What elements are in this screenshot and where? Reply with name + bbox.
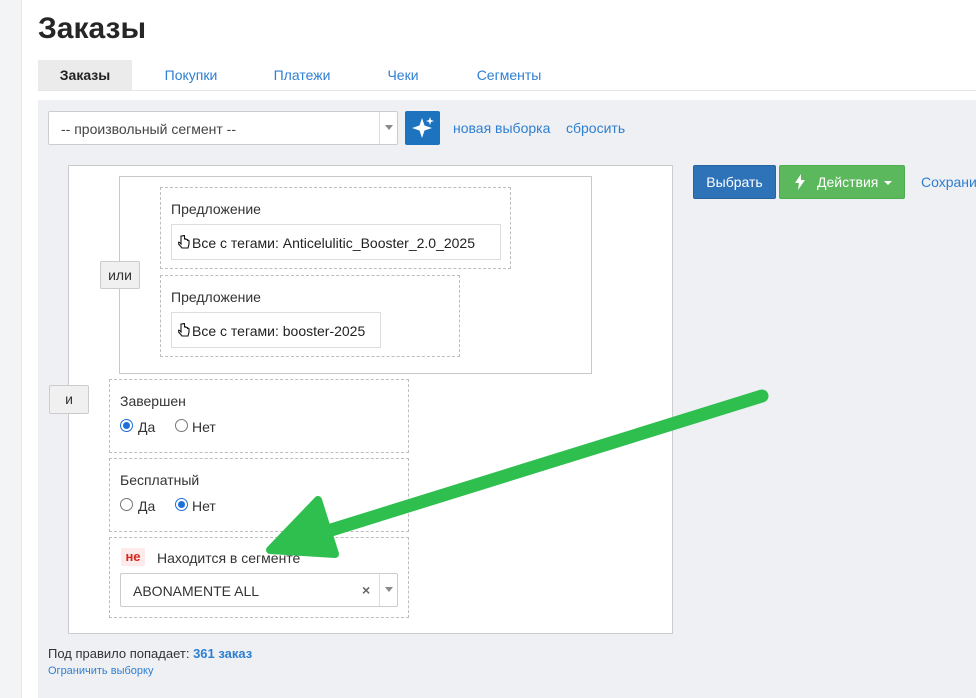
tab-receipts[interactable]: Чеки: [374, 60, 432, 90]
magic-segment-button[interactable]: [405, 111, 440, 145]
completed-condition: Завершен Да Нет: [109, 379, 409, 453]
completed-no-radio[interactable]: [175, 419, 188, 432]
clear-icon[interactable]: ×: [362, 582, 370, 598]
pointing-hand-icon: [178, 235, 190, 249]
completed-label: Завершен: [120, 393, 186, 409]
tab-orders[interactable]: Заказы: [38, 60, 132, 90]
free-yes-radio[interactable]: [120, 498, 133, 511]
segment-value: ABONAMENTE ALL: [133, 583, 260, 599]
offer-1-label: Предложение: [171, 201, 261, 217]
segment-value-select[interactable]: ABONAMENTE ALL ×: [120, 573, 398, 607]
limit-selection-link[interactable]: Ограничить выборку: [48, 665, 153, 677]
caret-down-icon: [884, 181, 892, 185]
left-sidebar-strip: [0, 0, 22, 698]
chevron-down-icon: [385, 125, 393, 130]
page-title: Заказы: [38, 12, 147, 45]
segment-condition-label: Находится в сегменте: [157, 550, 301, 566]
offer-1-value: Все с тегами: Anticelulitic_Booster_2.0_…: [192, 235, 475, 251]
segment-select-value: -- произвольный сегмент --: [61, 121, 236, 137]
tab-payments[interactable]: Платежи: [260, 60, 344, 90]
free-label: Бесплатный: [120, 472, 200, 488]
offer-2-value: Все с тегами: booster-2025: [192, 323, 366, 339]
completed-yes-radio[interactable]: [120, 419, 133, 432]
free-no-label: Нет: [192, 498, 216, 514]
segment-select[interactable]: -- произвольный сегмент --: [48, 111, 398, 145]
match-prefix: Под правило попадает:: [48, 646, 190, 661]
free-no-radio[interactable]: [175, 498, 188, 511]
pointing-hand-icon: [178, 323, 190, 337]
choose-button[interactable]: Выбрать: [693, 165, 776, 199]
completed-no-label: Нет: [192, 419, 216, 435]
free-yes-label: Да: [138, 498, 156, 514]
reset-link[interactable]: сбросить: [566, 120, 625, 136]
actions-button-label: Действия: [817, 174, 879, 190]
free-condition: Бесплатный Да Нет: [109, 458, 409, 532]
tab-purchases[interactable]: Покупки: [150, 60, 232, 90]
new-selection-link[interactable]: новая выборка: [453, 120, 550, 136]
offer-1-value-box[interactable]: Все с тегами: Anticelulitic_Booster_2.0_…: [171, 224, 501, 260]
offer-condition-2: Предложение Все с тегами: booster-2025: [160, 275, 460, 357]
sparkles-icon: [412, 117, 434, 138]
and-operator-button[interactable]: и: [49, 385, 89, 414]
offer-2-label: Предложение: [171, 289, 261, 305]
offer-condition-1: Предложение Все с тегами: Anticelulitic_…: [160, 187, 511, 269]
offer-2-value-box[interactable]: Все с тегами: booster-2025: [171, 312, 381, 348]
or-operator-button[interactable]: или: [100, 261, 140, 289]
actions-button[interactable]: Действия: [779, 165, 905, 199]
negation-toggle[interactable]: не: [121, 548, 145, 566]
match-count[interactable]: 361 заказ: [193, 646, 252, 661]
completed-yes-label: Да: [138, 419, 156, 435]
tab-bar: Заказы Покупки Платежи Чеки Сегменты: [38, 60, 976, 91]
match-count-text: Под правило попадает: 361 заказ: [48, 646, 252, 661]
chevron-down-icon: [385, 587, 393, 592]
save-link[interactable]: Сохрани: [921, 174, 976, 190]
lightning-icon: [795, 174, 805, 190]
tab-segments[interactable]: Сегменты: [463, 60, 555, 90]
